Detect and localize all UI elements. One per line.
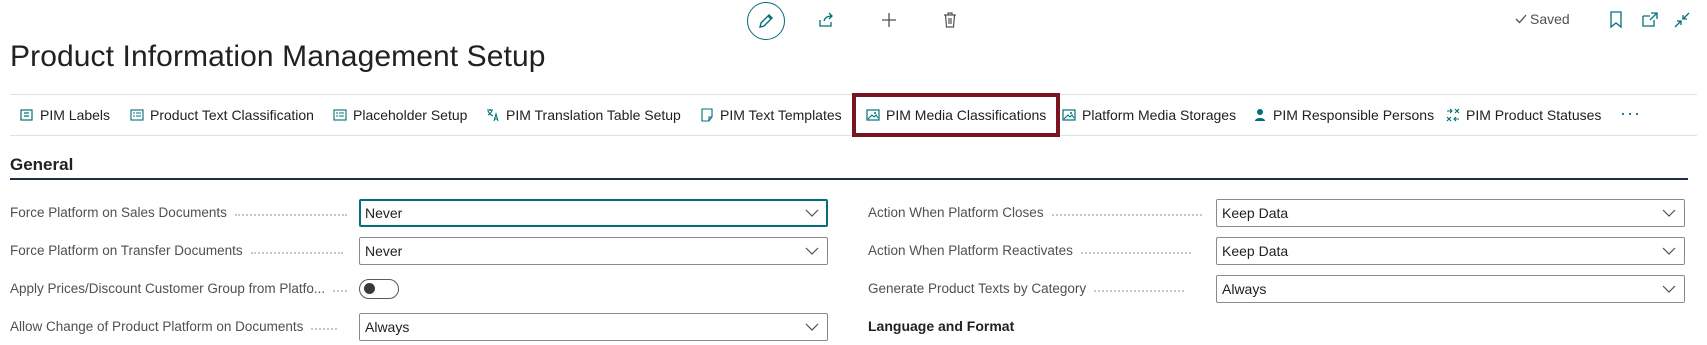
select-value: Keep Data [1222, 205, 1289, 221]
action-placeholder-setup[interactable]: Placeholder Setup [333, 95, 467, 135]
action-pim-text-templates[interactable]: PIM Text Templates [700, 95, 842, 135]
delete-button[interactable] [938, 8, 962, 32]
label-text: Apply Prices/Discount Customer Group fro… [10, 281, 326, 296]
generate-product-texts-select[interactable]: Always [1216, 275, 1685, 303]
leader-dots [234, 213, 347, 216]
action-label: PIM Labels [40, 107, 111, 123]
force-platform-transfer-select[interactable]: Never [359, 237, 828, 265]
chevron-down-icon [1662, 209, 1676, 217]
action-label: PIM Product Statuses [1466, 107, 1602, 123]
action-pim-labels[interactable]: PIM Labels [20, 95, 110, 135]
labels-icon [20, 108, 34, 122]
image-icon [1062, 108, 1076, 122]
label-text: Force Platform on Sales Documents [10, 205, 227, 220]
top-toolbar: Saved [0, 0, 1707, 42]
label-text: Action When Platform Closes [868, 205, 1044, 220]
action-pim-responsible-persons[interactable]: PIM Responsible Persons [1253, 95, 1434, 135]
leader-dots [250, 251, 343, 254]
checkmark-icon [1515, 14, 1527, 24]
chevron-down-icon [1662, 285, 1676, 293]
more-actions-button[interactable]: ··· [1620, 103, 1641, 124]
action-product-text-classification[interactable]: Product Text Classification [130, 95, 314, 135]
action-label: Platform Media Storages [1082, 107, 1237, 123]
action-label: PIM Translation Table Setup [506, 107, 681, 123]
status-icon [1446, 108, 1460, 122]
leader-dots [1051, 213, 1202, 216]
open-new-window-button[interactable] [1638, 8, 1662, 32]
leader-dots [311, 327, 338, 330]
translate-icon [486, 108, 500, 122]
label-text: Force Platform on Transfer Documents [10, 243, 243, 258]
action-label: Product Text Classification [150, 107, 314, 123]
leader-dots [1080, 251, 1191, 254]
chevron-down-icon [805, 209, 819, 217]
field-label-force-platform-transfer: Force Platform on Transfer Documents [10, 243, 343, 258]
select-value: Keep Data [1222, 243, 1289, 259]
select-value: Always [1222, 281, 1267, 297]
leader-dots [333, 289, 348, 292]
new-button[interactable] [877, 8, 901, 32]
field-label-allow-change-platform: Allow Change of Product Platform on Docu… [10, 319, 338, 334]
collapse-button[interactable] [1670, 8, 1694, 32]
chevron-down-icon [805, 247, 819, 255]
field-label-action-platform-reactivates: Action When Platform Reactivates [868, 243, 1191, 258]
edit-button[interactable] [747, 2, 785, 40]
share-button[interactable] [814, 8, 838, 32]
person-icon [1253, 108, 1267, 122]
field-label-force-platform-sales: Force Platform on Sales Documents [10, 205, 347, 220]
page-title: Product Information Management Setup [10, 40, 546, 73]
select-value: Never [365, 243, 403, 259]
image-icon [866, 108, 880, 122]
field-label-generate-product-texts: Generate Product Texts by Category [868, 281, 1185, 296]
edit-icon [759, 14, 773, 28]
bookmark-button[interactable] [1604, 8, 1628, 32]
collapse-icon [1674, 12, 1690, 28]
chevron-down-icon [805, 323, 819, 331]
apply-prices-discount-toggle[interactable] [359, 279, 399, 299]
list-icon [333, 108, 347, 122]
share-icon [819, 12, 833, 27]
toggle-knob [364, 283, 375, 294]
select-value: Always [365, 319, 410, 335]
leader-dots [1094, 289, 1185, 292]
label-text: Allow Change of Product Platform on Docu… [10, 319, 304, 334]
action-label: PIM Media Classifications [886, 107, 1047, 123]
add-icon [882, 13, 896, 27]
bookmark-icon [1610, 11, 1622, 29]
action-platform-closes-select[interactable]: Keep Data [1216, 199, 1685, 227]
section-title-general[interactable]: General [10, 155, 73, 175]
action-platform-media-storages[interactable]: Platform Media Storages [1062, 95, 1236, 135]
label-text: Generate Product Texts by Category [868, 281, 1087, 296]
action-pim-product-statuses[interactable]: PIM Product Statuses [1446, 95, 1601, 135]
action-label: PIM Text Templates [720, 107, 842, 123]
field-label-action-platform-closes: Action When Platform Closes [868, 205, 1202, 220]
saved-status: Saved [1515, 11, 1570, 27]
subheading-language-format: Language and Format [868, 318, 1015, 334]
template-icon [700, 108, 714, 122]
action-bar: PIM Labels Product Text Classification P… [10, 93, 1697, 137]
action-platform-reactivates-select[interactable]: Keep Data [1216, 237, 1685, 265]
action-pim-translation-table-setup[interactable]: PIM Translation Table Setup [486, 95, 681, 135]
force-platform-sales-select[interactable]: Never [359, 199, 828, 227]
list-icon [130, 108, 144, 122]
action-label: Placeholder Setup [353, 107, 468, 123]
chevron-down-icon [1662, 247, 1676, 255]
field-label-apply-prices-discount: Apply Prices/Discount Customer Group fro… [10, 281, 348, 296]
delete-icon [944, 12, 956, 28]
action-pim-media-classifications[interactable]: PIM Media Classifications [852, 93, 1061, 137]
allow-change-platform-select[interactable]: Always [359, 313, 828, 341]
label-text: Action When Platform Reactivates [868, 243, 1073, 258]
open-new-window-icon [1642, 12, 1658, 27]
select-value: Never [365, 205, 403, 221]
saved-label: Saved [1530, 11, 1570, 27]
section-divider [10, 178, 1688, 180]
action-label: PIM Responsible Persons [1273, 107, 1435, 123]
